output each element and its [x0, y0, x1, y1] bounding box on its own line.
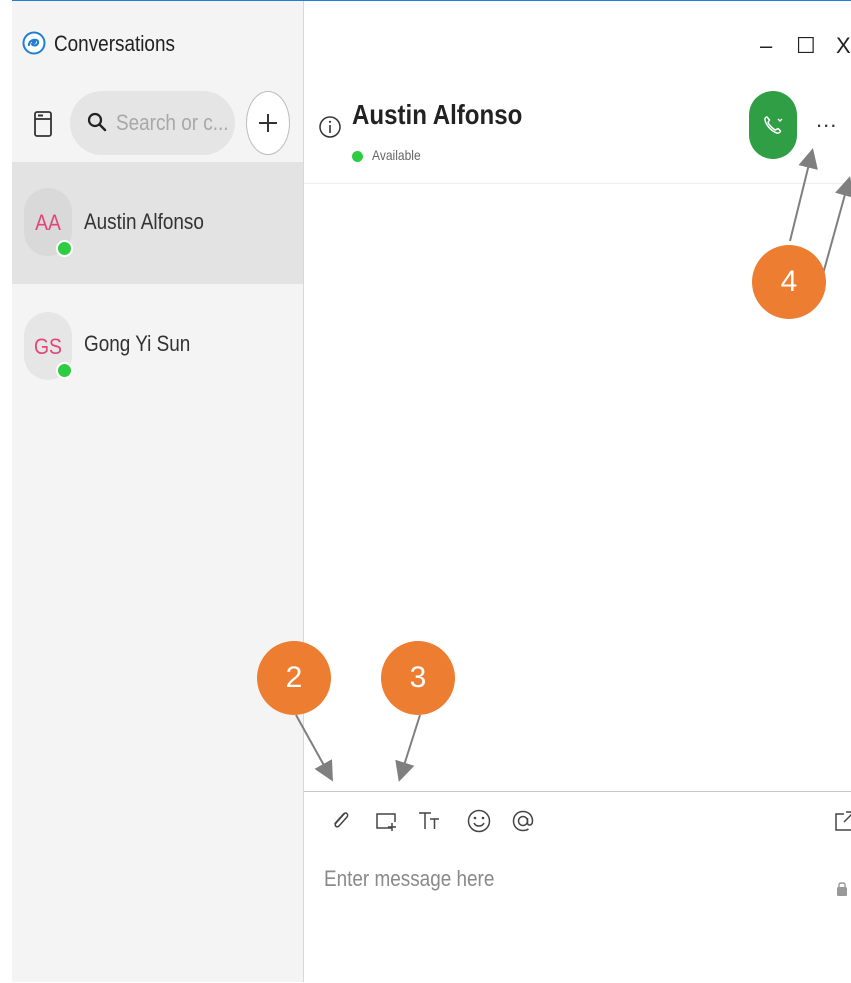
chat-header: Austin Alfonso Available ... [304, 87, 851, 184]
plus-icon [259, 114, 277, 132]
search-input[interactable]: Search or c... [116, 110, 229, 136]
sidebar-toolbar: Search or c... [12, 89, 303, 159]
presence-indicator [56, 362, 73, 379]
callout-3: 3 [381, 641, 455, 715]
conversation-item-austin-alfonso[interactable]: AA Austin Alfonso [12, 162, 303, 284]
text-format-icon[interactable] [416, 806, 446, 836]
mention-icon[interactable] [508, 806, 538, 836]
presence-indicator [352, 151, 363, 162]
search-box[interactable]: Search or c... [70, 91, 235, 155]
screenshot-icon[interactable] [372, 806, 402, 836]
callout-4: 4 [752, 245, 826, 319]
emoji-icon[interactable] [464, 806, 494, 836]
attach-icon[interactable] [326, 806, 356, 836]
call-button[interactable] [749, 91, 797, 159]
presence-indicator [56, 240, 73, 257]
app-logo-icon [22, 31, 46, 55]
sidebar: Conversations Search or c... AA Austin A [12, 1, 304, 982]
contact-name: Austin Alfonso [352, 99, 523, 130]
maximize-button[interactable]: ☐ [796, 33, 816, 59]
chat-panel: – ☐ X Austin Alfonso Available ... [304, 1, 851, 982]
lock-icon [837, 882, 847, 896]
close-button[interactable]: X [836, 33, 851, 59]
conversation-name: Gong Yi Sun [84, 331, 191, 356]
status-text: Available [372, 147, 421, 163]
message-input[interactable] [324, 866, 754, 892]
callout-2: 2 [257, 641, 331, 715]
dialpad-icon[interactable] [30, 107, 56, 141]
popout-icon[interactable] [830, 806, 851, 836]
app-title-bar: Conversations [12, 1, 303, 87]
search-icon [87, 112, 107, 132]
app-title: Conversations [54, 31, 175, 56]
phone-icon [764, 116, 783, 134]
compose-area [304, 791, 851, 983]
more-options-button[interactable]: ... [816, 107, 837, 133]
conversation-name: Austin Alfonso [84, 209, 204, 234]
info-icon[interactable] [318, 115, 342, 139]
conversation-item-gong-yi-sun[interactable]: GS Gong Yi Sun [12, 286, 303, 408]
minimize-button[interactable]: – [760, 33, 772, 59]
add-conversation-button[interactable] [246, 91, 290, 155]
